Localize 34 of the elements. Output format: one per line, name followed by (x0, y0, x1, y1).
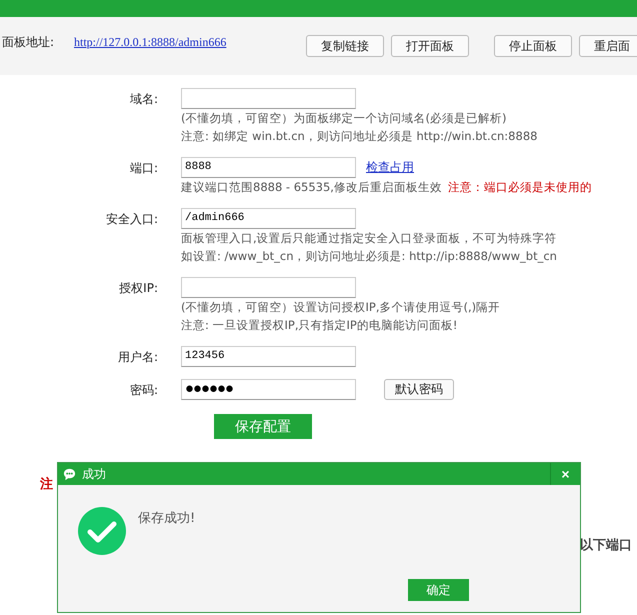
check-port-link[interactable]: 检查占用 (366, 158, 414, 176)
panel-url-link[interactable]: http://127.0.0.1:8888/admin666 (74, 34, 226, 50)
warning-text: 注 (40, 476, 53, 493)
note-text: 以下端口 (580, 537, 632, 554)
panel-action-button[interactable]: 打开面板 (391, 35, 469, 57)
default-password-button[interactable]: 默认密码 (384, 378, 454, 400)
hint-text: 如设置: /www_bt_cn，则访问地址必须是: http://ip:8888/www_bt_cn (181, 249, 557, 263)
input-field[interactable]: 8888 (181, 156, 356, 178)
input-field[interactable] (181, 88, 356, 108)
field-label: 授权IP: (118, 280, 158, 297)
field-label: 域名: (128, 91, 158, 108)
input-field[interactable]: /admin666 (181, 208, 356, 228)
panel-action-button[interactable]: 复制链接 (306, 35, 384, 57)
warning-text: 注意：端口必须是未使用的 (448, 180, 592, 194)
dialog-title: 成功 (82, 466, 106, 482)
hint-text: 注意: 如绑定 win.bt.cn，则访问地址必须是 http://win.bt.cn:8888 (181, 129, 538, 143)
panel-action-button[interactable]: 停止面板 (494, 35, 572, 57)
password-field[interactable]: ●●●●●● (181, 378, 356, 400)
field-label: 用户名: (116, 349, 158, 366)
hint-text: (不懂勿填，可留空）设置访问授权IP,多个请使用逗号(,)隔开 (181, 300, 500, 314)
input-field[interactable]: 123456 (181, 346, 356, 366)
input-field[interactable] (181, 276, 356, 298)
hint-text: 建议端口范围8888 - 65535,修改后重启面板生效 (181, 180, 442, 194)
hint-text: 注意: 一旦设置授权IP,只有指定IP的电脑能访问面板! (181, 318, 458, 332)
dialog-message: 保存成功! (138, 510, 196, 527)
field-label: 密码: (128, 382, 158, 399)
chat-bubble-icon (63, 468, 76, 480)
panel-address-label: 面板地址: (2, 34, 56, 50)
field-label: 安全入口: (104, 211, 158, 228)
panel-action-button[interactable]: 重启面 (579, 35, 637, 57)
field-label: 端口: (128, 160, 158, 177)
hint-text: (不懂勿填，可留空）为面板绑定一个访问域名(必须是已解析) (181, 111, 506, 125)
check-circle-icon (78, 507, 126, 555)
hint-text: 面板管理入口,设置后只能通过指定安全入口登录面板，不可为特殊字符 (181, 231, 557, 245)
